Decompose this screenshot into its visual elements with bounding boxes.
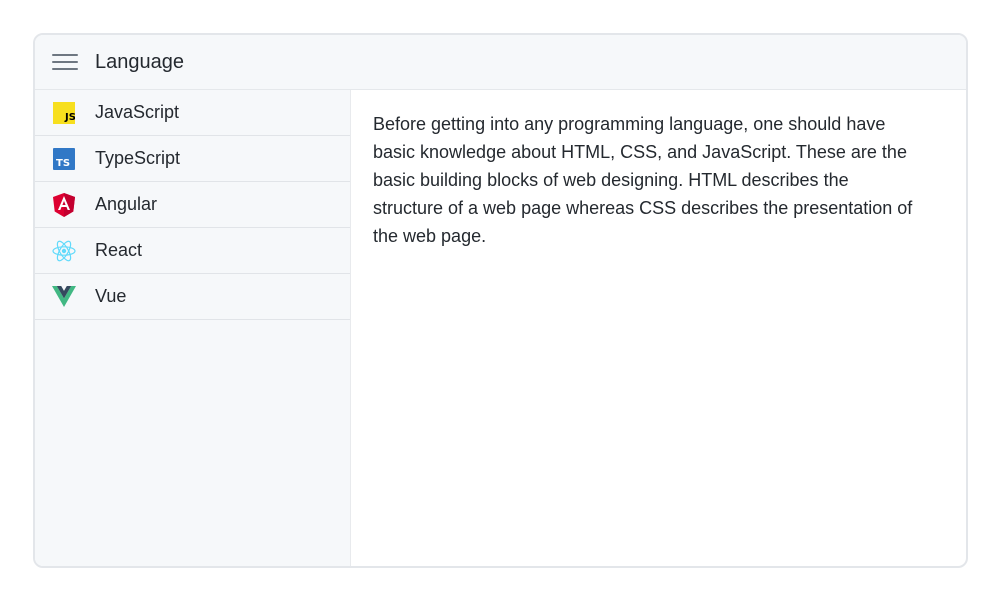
- content-pane: Before getting into any programming lang…: [351, 90, 966, 566]
- sidebar-item-label: JavaScript: [95, 102, 180, 122]
- sidebar-item-label: Angular: [95, 194, 158, 214]
- panel-title: Language: [95, 50, 184, 73]
- sidebar-item-react[interactable]: React: [35, 228, 350, 274]
- language-sidebar: JS JavaScript TS TypeScript Angular Reac…: [35, 90, 351, 566]
- sidebar-item-vue[interactable]: Vue: [35, 274, 350, 320]
- sidebar-item-label: React: [95, 240, 143, 260]
- panel-header: Language: [35, 35, 966, 90]
- sidebar-item-label: TypeScript: [95, 148, 181, 168]
- svg-text:JS: JS: [64, 112, 75, 123]
- sidebar-item-angular[interactable]: Angular: [35, 182, 350, 228]
- hamburger-menu-icon[interactable]: [52, 52, 78, 72]
- content-text: Before getting into any programming lang…: [373, 114, 913, 246]
- sidebar-item-typescript[interactable]: TS TypeScript: [35, 136, 350, 182]
- vue-icon: [52, 285, 76, 309]
- typescript-icon: TS: [52, 147, 76, 171]
- javascript-icon: JS: [52, 101, 76, 125]
- panel-body: JS JavaScript TS TypeScript Angular Reac…: [35, 90, 966, 566]
- sidebar-item-javascript[interactable]: JS JavaScript: [35, 90, 350, 136]
- language-panel: Language JS JavaScript TS TypeScript Ang…: [33, 33, 968, 568]
- angular-icon: [52, 192, 76, 217]
- svg-text:TS: TS: [56, 158, 70, 169]
- react-icon: [52, 239, 76, 263]
- sidebar-item-label: Vue: [95, 286, 127, 306]
